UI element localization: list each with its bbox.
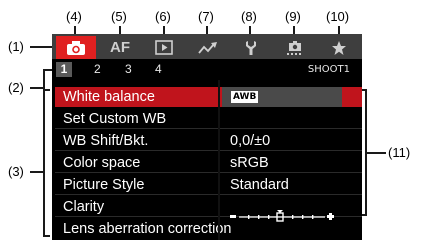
camera-menu-screen: AF 1 2 3 4 SHOOT1 White balance AWB Set … [52,34,362,240]
column-divider [218,80,220,240]
tab-wireless[interactable] [193,37,223,58]
page-indicator-row: 1 2 3 4 SHOOT1 [52,59,362,80]
menu-item-color-space[interactable]: Color space sRGB [55,153,362,173]
menu-item-value: 0,0/±0 [230,133,271,149]
leader-2 [30,69,52,89]
menu-item-label: Clarity [63,199,105,215]
page-number-1[interactable]: 1 [56,62,72,77]
callout-2: (2) [8,80,24,95]
awb-icon: AWB [231,91,259,103]
row-divider [55,194,362,195]
menu-item-label: Lens aberration correction [63,221,232,237]
callout-4: (4) [66,9,82,24]
callout-9: (9) [285,9,301,24]
tab-playback[interactable] [149,37,179,58]
page-number-2[interactable]: 2 [94,62,101,77]
menu-item-label: White balance [63,89,155,105]
wrench-icon [246,40,256,55]
star-icon [332,40,346,55]
tab-my-menu[interactable] [324,37,354,58]
custom-function-icon [287,40,301,55]
wireless-icon [198,41,217,54]
af-icon: AF [110,39,130,56]
playback-icon [155,40,173,55]
callout-6: (6) [155,9,171,24]
menu-item-label: Color space [63,155,141,171]
row-divider [55,172,362,173]
row-divider [55,128,362,129]
tab-custom-functions[interactable] [280,37,310,58]
menu-item-label: Set Custom WB [63,111,167,127]
page-number-3[interactable]: 3 [125,62,132,77]
bracket-11 [362,89,367,216]
tab-af[interactable]: AF [105,37,135,58]
camera-icon [67,40,85,55]
callout-1: (1) [8,39,24,54]
tab-setup[interactable] [236,37,266,58]
callout-7: (7) [198,9,214,24]
menu-item-white-balance[interactable]: White balance AWB [55,87,362,107]
tab-shooting[interactable] [56,36,96,59]
page-number-4[interactable]: 4 [155,62,162,77]
menu-item-label: Picture Style [63,177,145,193]
callout-10: (10) [326,9,350,24]
menu-item-picture-style[interactable]: Picture Style Standard [55,175,362,195]
callout-3: (3) [8,164,24,179]
menu-tab-bar: AF [52,34,362,59]
menu-item-wb-shift-bkt[interactable]: WB Shift/Bkt. 0,0/±0 [55,131,362,151]
menu-item-value: sRGB [230,155,269,171]
callout-11: (11) [388,145,411,160]
menu-item-label: WB Shift/Bkt. [63,133,149,149]
callout-8: (8) [241,9,257,24]
callout-5: (5) [111,9,127,24]
menu-item-value: Standard [230,177,289,193]
tab-name-label: SHOOT1 [307,64,350,75]
row-divider [55,150,362,151]
menu-item-set-custom-wb[interactable]: Set Custom WB [55,109,362,129]
bracket-3 [43,89,50,237]
plus-icon [327,213,334,220]
clarity-slider [230,210,334,222]
minus-icon [230,215,236,218]
